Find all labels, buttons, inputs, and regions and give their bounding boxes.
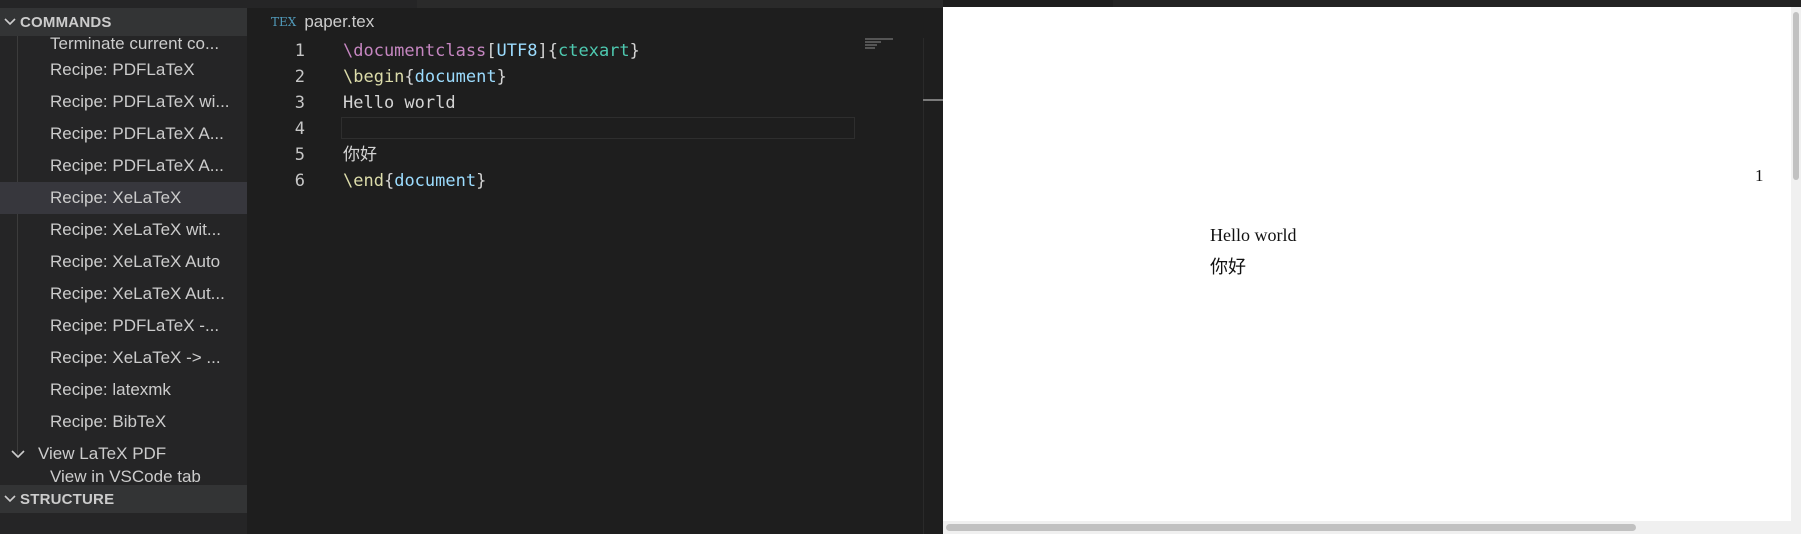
view-in-tab-item[interactable]: View in VSCode tab — [0, 468, 247, 485]
recipe-pdflatex[interactable]: Recipe: PDFLaTeX — [0, 54, 247, 86]
code-editor: TEX paper.tex 1 \documentclass[UTF8]{cte… — [247, 0, 944, 534]
environment-name: document — [414, 67, 497, 87]
recipe-xelatex-with[interactable]: Recipe: XeLaTeX wit... — [0, 214, 247, 246]
code-line: 5 你好 — [247, 142, 867, 168]
chevron-down-icon — [0, 495, 20, 503]
recipe-latexmk[interactable]: Recipe: latexmk — [0, 374, 247, 406]
minimap[interactable] — [865, 38, 923, 58]
pdf-horizontal-scroll-thumb[interactable] — [946, 524, 1636, 531]
line-number: 3 — [294, 93, 305, 113]
line-number: 5 — [294, 145, 305, 165]
latex-command: \end — [343, 171, 384, 191]
tex-file-icon: TEX — [271, 15, 297, 29]
code-line: 3 Hello world — [247, 90, 867, 116]
pdf-vertical-scroll-thumb[interactable] — [1793, 12, 1799, 180]
tab-label: paper.tex — [304, 12, 375, 31]
pdf-page[interactable]: 1 Hello world 你好 — [943, 7, 1791, 521]
brace: { — [547, 41, 558, 61]
recipe-xelatex-chain[interactable]: Recipe: XeLaTeX -> ... — [0, 342, 247, 374]
code-line: 1 \documentclass[UTF8]{ctexart} — [247, 38, 867, 64]
editor-scrollbar[interactable] — [923, 38, 944, 534]
command-terminate[interactable]: Terminate current co... — [0, 36, 247, 54]
commands-section-label: COMMANDS — [20, 13, 112, 31]
latex-command: \documentclass — [343, 41, 487, 61]
brace: { — [404, 67, 415, 87]
pdf-text-line: 你好 — [1210, 257, 1246, 277]
minimap-line — [865, 41, 881, 43]
page-number: 1 — [1755, 166, 1764, 185]
minimap-line — [865, 44, 877, 46]
commands-list: Terminate current co... Recipe: PDFLaTeX… — [0, 36, 247, 485]
recipe-bibtex[interactable]: Recipe: BibTeX — [0, 406, 247, 438]
code-line: 6 \end{document} — [247, 168, 867, 194]
recipe-xelatex-auto[interactable]: Recipe: XeLaTeX Auto — [0, 246, 247, 278]
latex-command: \begin — [343, 67, 405, 87]
code-line-current: 4 — [247, 116, 867, 142]
structure-section-header[interactable]: STRUCTURE — [0, 485, 247, 513]
line-content: Hello world — [343, 93, 456, 113]
tab-strip-right — [417, 0, 943, 8]
brace: } — [629, 41, 640, 61]
brace: { — [383, 171, 395, 191]
chevron-down-icon — [0, 18, 20, 26]
recipe-xelatex[interactable]: Recipe: XeLaTeX — [0, 182, 247, 214]
tab-paper-tex[interactable]: TEX paper.tex — [271, 12, 374, 32]
line-content: \begin{document} — [343, 64, 507, 90]
sidebar: COMMANDS Terminate current co... Recipe:… — [0, 0, 247, 534]
recipe-pdflatex-chain[interactable]: Recipe: PDFLaTeX -... — [0, 310, 247, 342]
chevron-down-icon — [11, 438, 25, 470]
recipe-xelatex-auto-2[interactable]: Recipe: XeLaTeX Aut... — [0, 278, 247, 310]
pdf-viewer: 1 Hello world 你好 — [943, 0, 1801, 534]
environment-name: document — [394, 171, 477, 191]
brace: } — [496, 67, 507, 87]
line-content: \documentclass[UTF8]{ctexart} — [343, 38, 640, 64]
scrollbar-cursor-marker — [923, 99, 943, 101]
structure-section-label: STRUCTURE — [20, 490, 115, 508]
line-number: 6 — [294, 171, 305, 191]
code-line: 2 \begin{document} — [247, 64, 867, 90]
line-number: 4 — [294, 119, 305, 139]
view-latex-pdf-label: View LaTeX PDF — [38, 444, 167, 463]
code-area[interactable]: 1 \documentclass[UTF8]{ctexart} 2 \begin… — [247, 38, 867, 194]
pdf-text-line: Hello world — [1210, 225, 1297, 245]
minimap-line — [865, 38, 893, 40]
minimap-line — [865, 47, 875, 49]
argument: ctexart — [558, 41, 630, 61]
brace: } — [476, 171, 487, 191]
current-line-highlight — [341, 117, 855, 139]
line-number: 1 — [294, 41, 305, 61]
commands-section-header[interactable]: COMMANDS — [0, 8, 247, 36]
option: UTF8 — [496, 41, 538, 61]
recipe-pdflatex-auto-2[interactable]: Recipe: PDFLaTeX A... — [0, 150, 247, 182]
recipe-pdflatex-with[interactable]: Recipe: PDFLaTeX wi... — [0, 86, 247, 118]
view-latex-pdf-group[interactable]: View LaTeX PDF — [0, 438, 247, 470]
line-content: 你好 — [343, 145, 377, 165]
line-number: 2 — [294, 67, 305, 87]
pdf-topbar-strip — [1113, 0, 1801, 7]
bracket: ] — [537, 41, 548, 61]
line-content: \end{document} — [343, 168, 486, 194]
tab-strip-left — [247, 0, 417, 8]
recipe-pdflatex-auto-1[interactable]: Recipe: PDFLaTeX A... — [0, 118, 247, 150]
bracket: [ — [486, 41, 497, 61]
